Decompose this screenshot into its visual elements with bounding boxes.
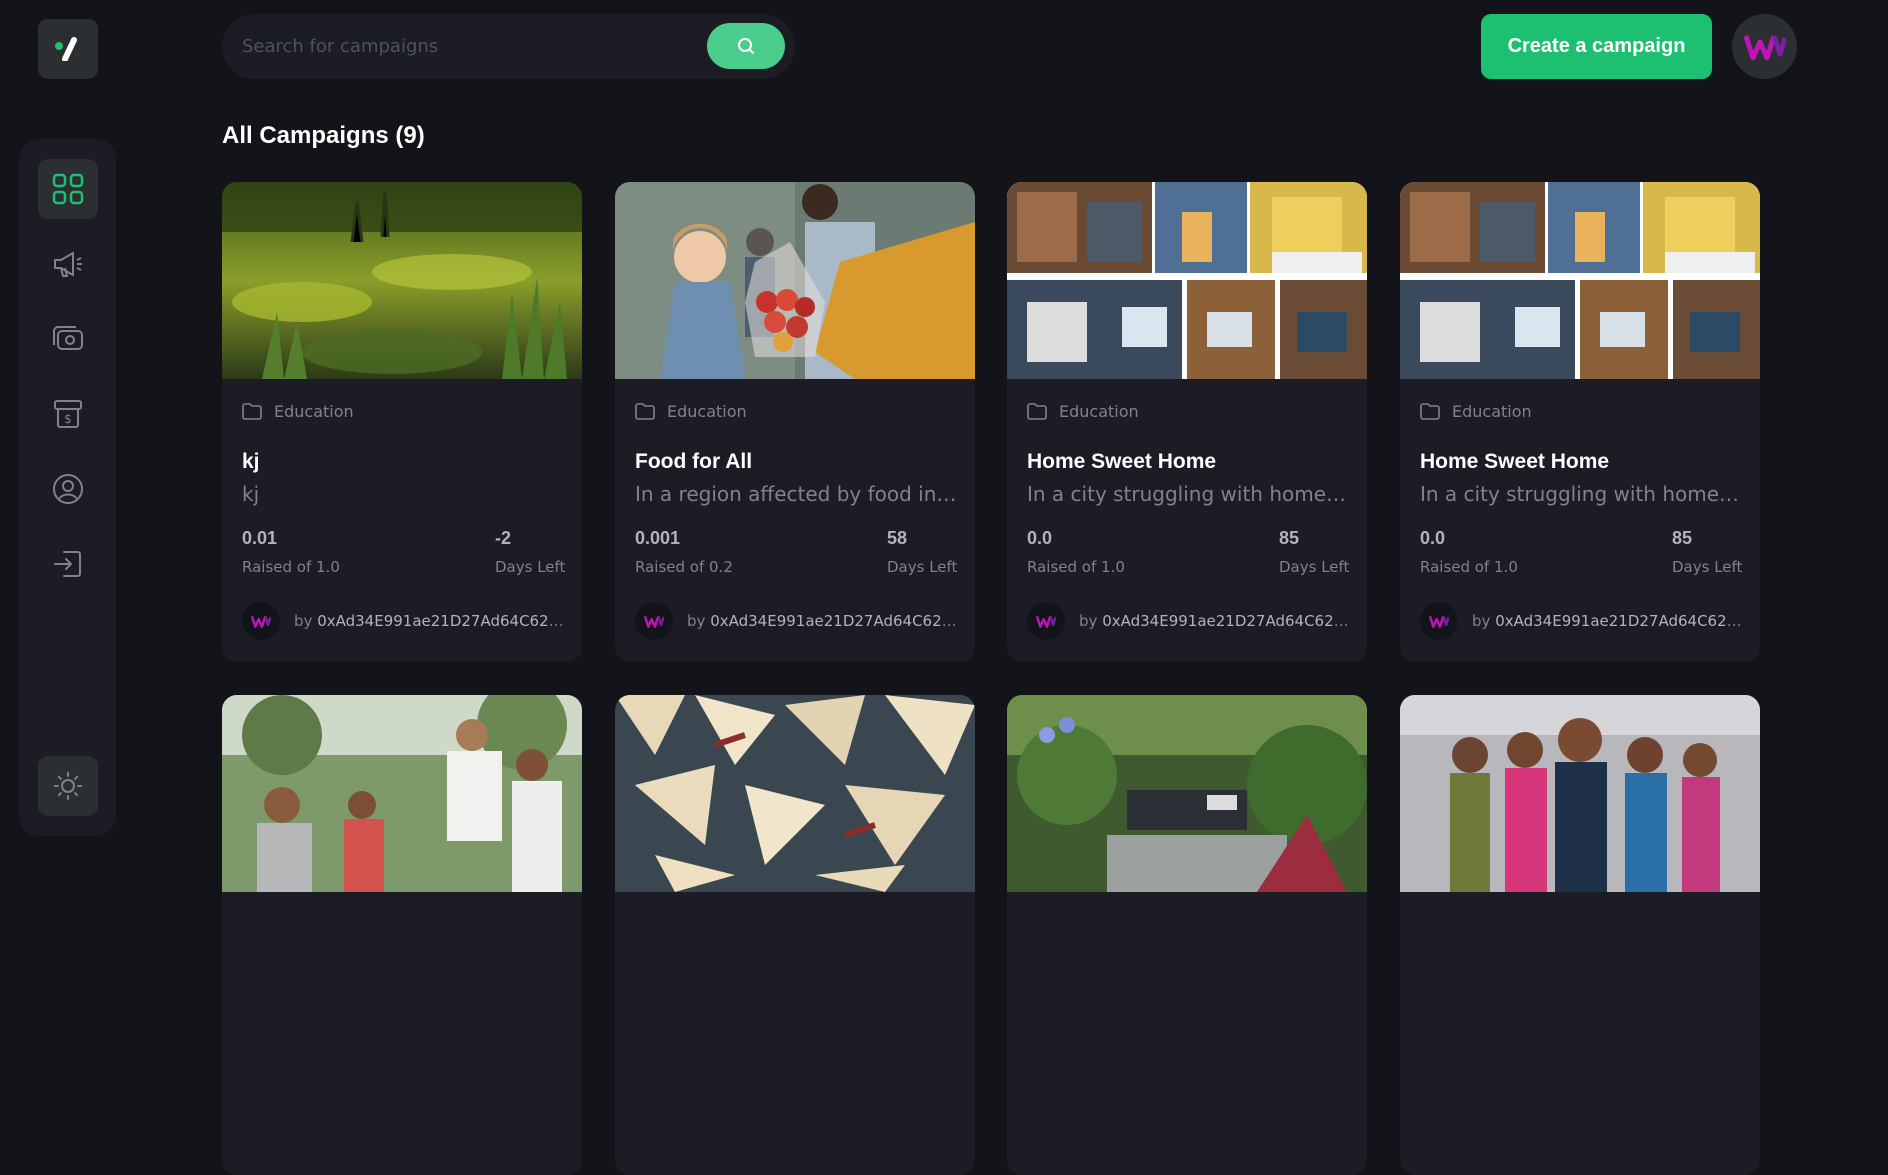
campaign-image (1007, 182, 1367, 379)
campaign-card[interactable]: Education Food for All In a region affec… (615, 182, 975, 662)
search-button[interactable] (707, 23, 785, 69)
owner-address: by 0xAd34E991ae21D27Ad64C621f38 (294, 612, 564, 630)
folder-icon (1420, 403, 1440, 420)
campaign-image (1400, 695, 1760, 892)
category: Education (635, 402, 747, 421)
withdraw-icon: $ (54, 400, 82, 428)
category-label: Education (667, 402, 747, 421)
campaign-card[interactable] (1400, 695, 1760, 1175)
logo-w-icon (644, 615, 664, 628)
profile-button[interactable] (1732, 14, 1797, 79)
campaign-title: kj (242, 450, 260, 473)
owner-avatar (1027, 602, 1065, 640)
days-left-value: -2 (495, 528, 512, 548)
campaign-image (222, 182, 582, 379)
category-label: Education (1452, 402, 1532, 421)
campaign-title: Home Sweet Home (1027, 450, 1217, 473)
folder-icon (635, 403, 655, 420)
campaign-image (615, 695, 975, 892)
amount-raised: 0.001 (635, 528, 681, 548)
campaign-card[interactable] (222, 695, 582, 1175)
create-campaign-button[interactable]: Create a campaign (1481, 14, 1712, 79)
days-left-label: Days Left (1672, 558, 1743, 576)
campaign-card[interactable]: Education Home Sweet Home In a city stru… (1400, 182, 1760, 662)
campaign-title: Food for All (635, 450, 753, 473)
amount-raised: 0.0 (1420, 528, 1446, 548)
target-label: Raised of 1.0 (1027, 558, 1125, 576)
nav-logout[interactable] (38, 534, 98, 594)
owner-avatar (242, 602, 280, 640)
search-bar: Search for campaigns (222, 14, 795, 79)
campaign-image (1007, 695, 1367, 892)
campaign-description: In a city struggling with homelessness (1420, 482, 1742, 506)
owner-address: by 0xAd34E991ae21D27Ad64C621f38 (687, 612, 957, 630)
owner-address: by 0xAd34E991ae21D27Ad64C621f38 (1472, 612, 1742, 630)
sidebar: $ (19, 139, 116, 836)
days-left-label: Days Left (1279, 558, 1350, 576)
search-icon (738, 38, 754, 54)
nav-campaign[interactable] (38, 234, 98, 294)
days-left-label: Days Left (887, 558, 958, 576)
campaign-description: In a city struggling with homelessness (1027, 482, 1349, 506)
campaign-description: kj (242, 482, 260, 506)
search-input[interactable]: Search for campaigns (242, 36, 438, 57)
category-label: Education (1059, 402, 1139, 421)
folder-icon (242, 403, 262, 420)
logo-w-icon (1036, 615, 1056, 628)
page-title: All Campaigns (9) (222, 122, 425, 149)
svg-text:$: $ (64, 412, 72, 426)
target-label: Raised of 0.2 (635, 558, 733, 576)
logout-icon (54, 551, 81, 577)
campaign-title: Home Sweet Home (1420, 450, 1610, 473)
campaign-image (222, 695, 582, 892)
campaign-card[interactable]: Education Home Sweet Home In a city stru… (1007, 182, 1367, 662)
profile-icon (53, 474, 83, 504)
logo-w-icon (251, 615, 271, 628)
days-left-value: 85 (1279, 528, 1300, 548)
logo-w-icon (1743, 34, 1786, 60)
owner-avatar (635, 602, 673, 640)
nav-profile[interactable] (38, 459, 98, 519)
nav-dashboard[interactable] (38, 159, 98, 219)
category: Education (242, 402, 354, 421)
category: Education (1420, 402, 1532, 421)
category-label: Education (274, 402, 354, 421)
amount-raised: 0.01 (242, 528, 278, 548)
folder-icon (1027, 403, 1047, 420)
amount-raised: 0.0 (1027, 528, 1053, 548)
logo-w-icon (1429, 615, 1449, 628)
days-left-value: 58 (887, 528, 908, 548)
nav-payment[interactable] (38, 309, 98, 369)
megaphone-icon (54, 252, 82, 277)
theme-toggle[interactable] (38, 756, 98, 816)
campaign-card[interactable]: Education kj kj 0.01 Raised of 1.0 -2 Da… (222, 182, 582, 662)
logo-v-icon (55, 37, 77, 61)
owner-address: by 0xAd34E991ae21D27Ad64C621f38 (1079, 612, 1349, 630)
category: Education (1027, 402, 1139, 421)
campaign-image (1400, 182, 1760, 379)
nav-withdraw[interactable]: $ (38, 384, 98, 444)
dashboard-grid-icon (52, 173, 84, 205)
sun-icon (54, 772, 82, 800)
logo[interactable] (38, 19, 98, 79)
owner-avatar (1420, 602, 1458, 640)
days-left-label: Days Left (495, 558, 566, 576)
campaign-card[interactable] (615, 695, 975, 1175)
target-label: Raised of 1.0 (242, 558, 340, 576)
campaign-description: In a region affected by food insecurity (635, 482, 957, 506)
payment-icon (53, 326, 83, 350)
campaign-image (615, 182, 975, 379)
target-label: Raised of 1.0 (1420, 558, 1518, 576)
days-left-value: 85 (1672, 528, 1693, 548)
campaign-card[interactable] (1007, 695, 1367, 1175)
